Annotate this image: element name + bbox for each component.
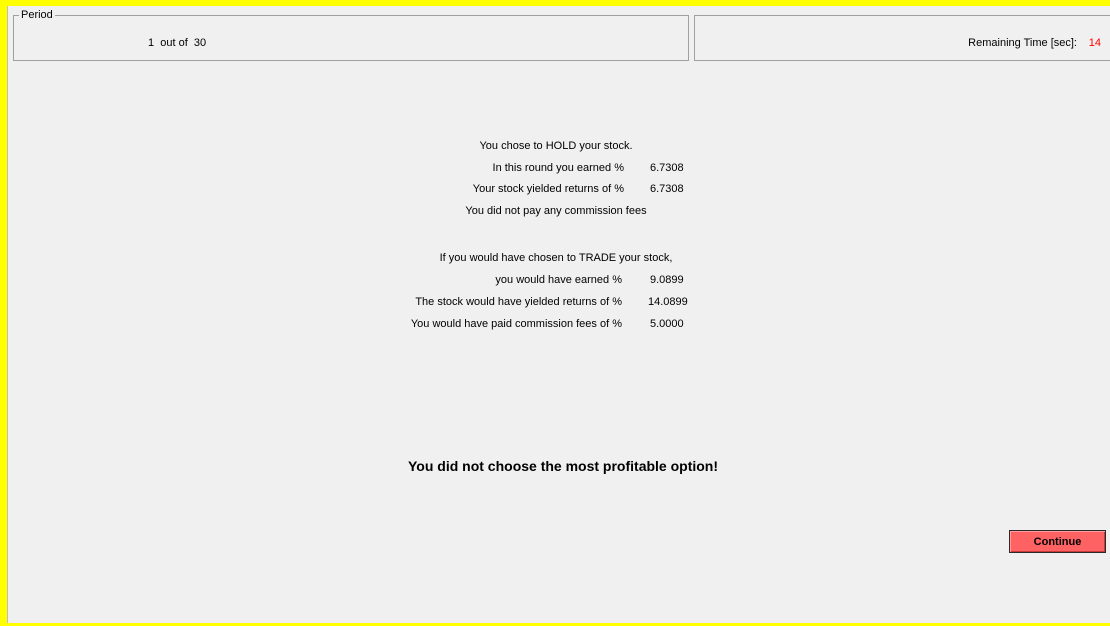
trade-returns-label: The stock would have yielded returns of … — [415, 296, 622, 308]
trade-commission-label: You would have paid commission fees of % — [410, 318, 622, 330]
trade-commission-value: 5.0000 — [650, 318, 684, 330]
period-legend: Period — [19, 9, 55, 22]
experiment-window: Period 1 out of 30 Remaining Time [sec]:… — [7, 6, 1110, 623]
profitability-verdict: You did not choose the most profitable o… — [407, 458, 719, 474]
hold-earned-value: 6.7308 — [650, 162, 684, 174]
remaining-time-label: Remaining Time [sec]: — [968, 37, 1077, 49]
timer-panel: Remaining Time [sec]: 14 — [694, 15, 1110, 61]
remaining-time-value: 14 — [1088, 37, 1101, 49]
trade-earned-value: 9.0899 — [650, 274, 684, 286]
trade-returns-value: 14.0899 — [648, 296, 688, 308]
hold-returns-value: 6.7308 — [650, 183, 684, 195]
period-panel: Period 1 out of 30 — [13, 9, 689, 61]
hold-intro-text: You chose to HOLD your stock. — [479, 140, 633, 152]
hold-returns-label: Your stock yielded returns of % — [472, 183, 624, 195]
trade-earned-label: you would have earned % — [495, 274, 622, 286]
period-counter: 1 out of 30 — [148, 37, 207, 49]
trade-intro-text: If you would have chosen to TRADE your s… — [439, 252, 673, 264]
hold-commission-text: You did not pay any commission fees — [465, 205, 647, 217]
hold-earned-label: In this round you earned % — [492, 162, 624, 174]
continue-button[interactable]: Continue — [1009, 530, 1106, 553]
